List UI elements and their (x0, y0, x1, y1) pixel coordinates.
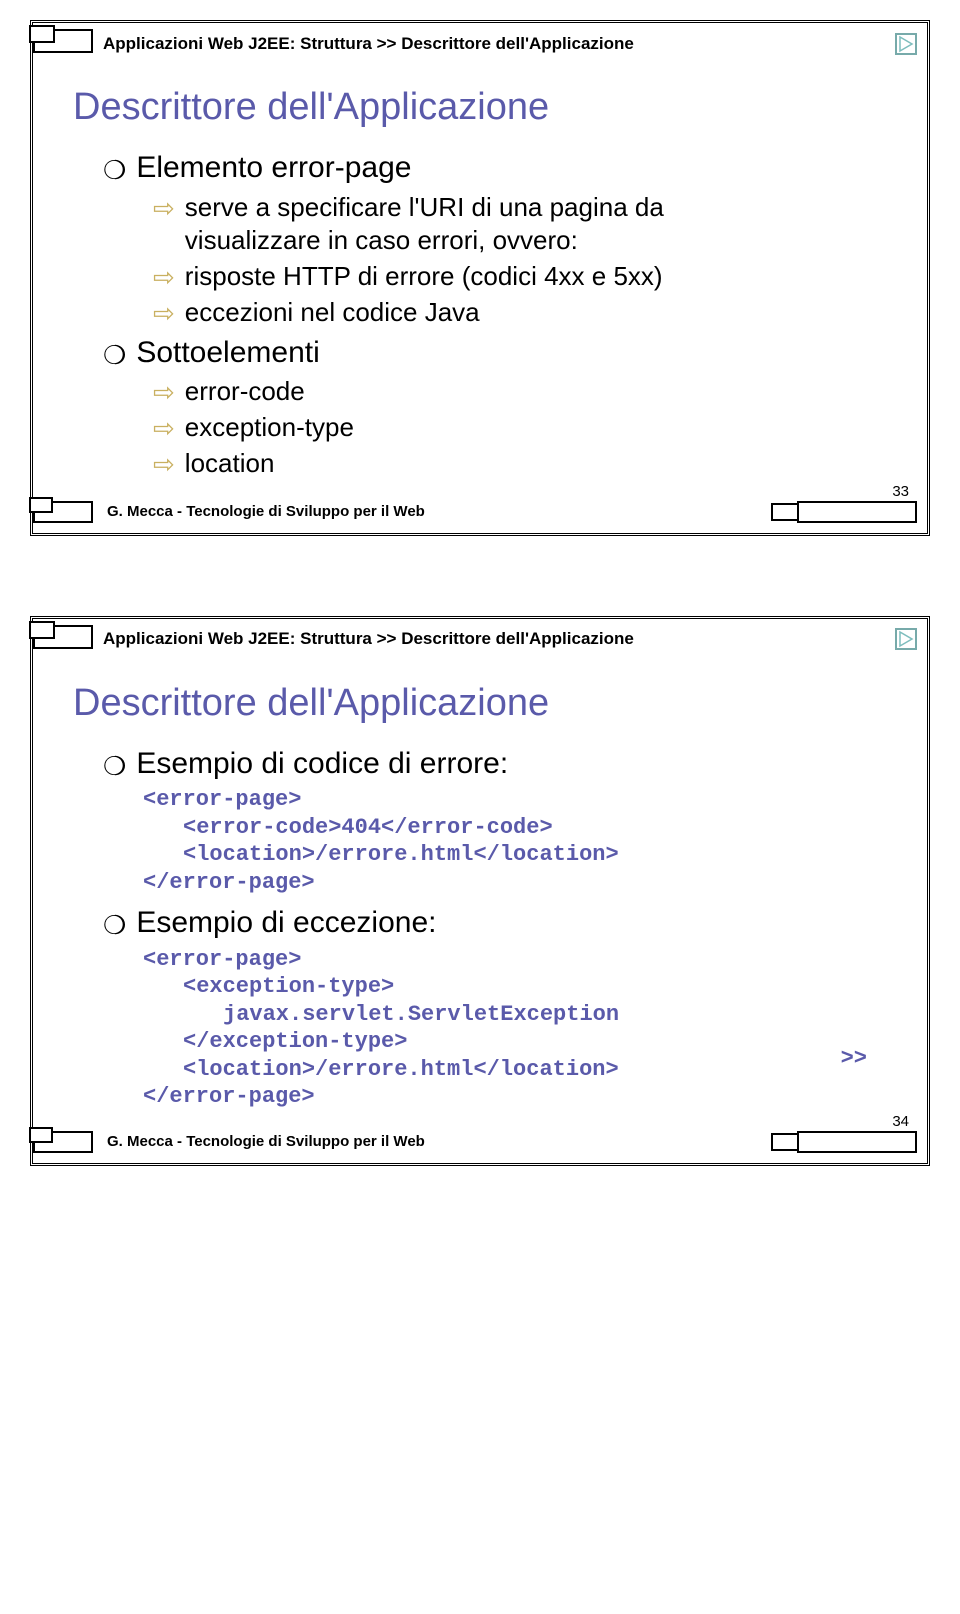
breadcrumb: Applicazioni Web J2EE: Struttura >> Desc… (103, 34, 634, 54)
next-slide-icon[interactable] (895, 33, 917, 55)
circle-bullet-icon: ❍ (103, 912, 126, 938)
header-decor-box (33, 625, 93, 654)
subbullet-eccezioni: ⇨ eccezioni nel codice Java (153, 296, 887, 330)
circle-bullet-icon: ❍ (103, 157, 126, 183)
more-indicator: >> (841, 1046, 867, 1071)
page-number-box: 34 (771, 1131, 917, 1153)
next-slide-icon[interactable] (895, 628, 917, 650)
subbullet-exception-type: ⇨ exception-type (153, 411, 887, 445)
code-error-page-exception: <error-page> <exception-type> javax.serv… (143, 946, 887, 1111)
slide-header: Applicazioni Web J2EE: Struttura >> Desc… (33, 23, 927, 64)
bullet-esempio-errore: ❍ Esempio di codice di errore: (103, 745, 887, 783)
slide-footer: G. Mecca - Tecnologie di Sviluppo per il… (33, 501, 927, 523)
subbullet-error-code: ⇨ error-code (153, 375, 887, 409)
bullet-elemento-error-page: ❍ Elemento error-page (103, 149, 887, 187)
code-error-page-errorcode: <error-page> <error-code>404</error-code… (143, 786, 887, 896)
footer-decor-box (33, 1131, 93, 1153)
slide-title: Descrittore dell'Applicazione (73, 86, 927, 129)
breadcrumb: Applicazioni Web J2EE: Struttura >> Desc… (103, 629, 634, 649)
slide-2: Applicazioni Web J2EE: Struttura >> Desc… (30, 616, 930, 1166)
bullet-sottoelementi: ❍ Sottoelementi (103, 334, 887, 372)
footer-author: G. Mecca - Tecnologie di Sviluppo per il… (107, 503, 425, 520)
circle-bullet-icon: ❍ (103, 753, 126, 779)
arrow-right-icon: ⇨ (153, 451, 175, 477)
subbullet-risposte-http: ⇨ risposte HTTP di errore (codici 4xx e … (153, 260, 887, 294)
subbullet-location: ⇨ location (153, 447, 887, 481)
arrow-right-icon: ⇨ (153, 195, 175, 221)
page-number-box: 33 (771, 501, 917, 523)
arrow-right-icon: ⇨ (153, 415, 175, 441)
arrow-right-icon: ⇨ (153, 264, 175, 290)
footer-author: G. Mecca - Tecnologie di Sviluppo per il… (107, 1133, 425, 1150)
page-number: 33 (892, 483, 909, 500)
page-number: 34 (892, 1113, 909, 1130)
arrow-right-icon: ⇨ (153, 379, 175, 405)
slide-1: Applicazioni Web J2EE: Struttura >> Desc… (30, 20, 930, 536)
bullet-esempio-eccezione: ❍ Esempio di eccezione: (103, 904, 887, 942)
arrow-right-icon: ⇨ (153, 300, 175, 326)
slide-title: Descrittore dell'Applicazione (73, 682, 927, 725)
header-decor-box (33, 29, 93, 58)
footer-decor-box (33, 501, 93, 523)
subbullet-serve: ⇨ serve a specificare l'URI di una pagin… (153, 191, 887, 259)
slide-header: Applicazioni Web J2EE: Struttura >> Desc… (33, 619, 927, 660)
circle-bullet-icon: ❍ (103, 342, 126, 368)
slide-footer: G. Mecca - Tecnologie di Sviluppo per il… (33, 1131, 927, 1153)
